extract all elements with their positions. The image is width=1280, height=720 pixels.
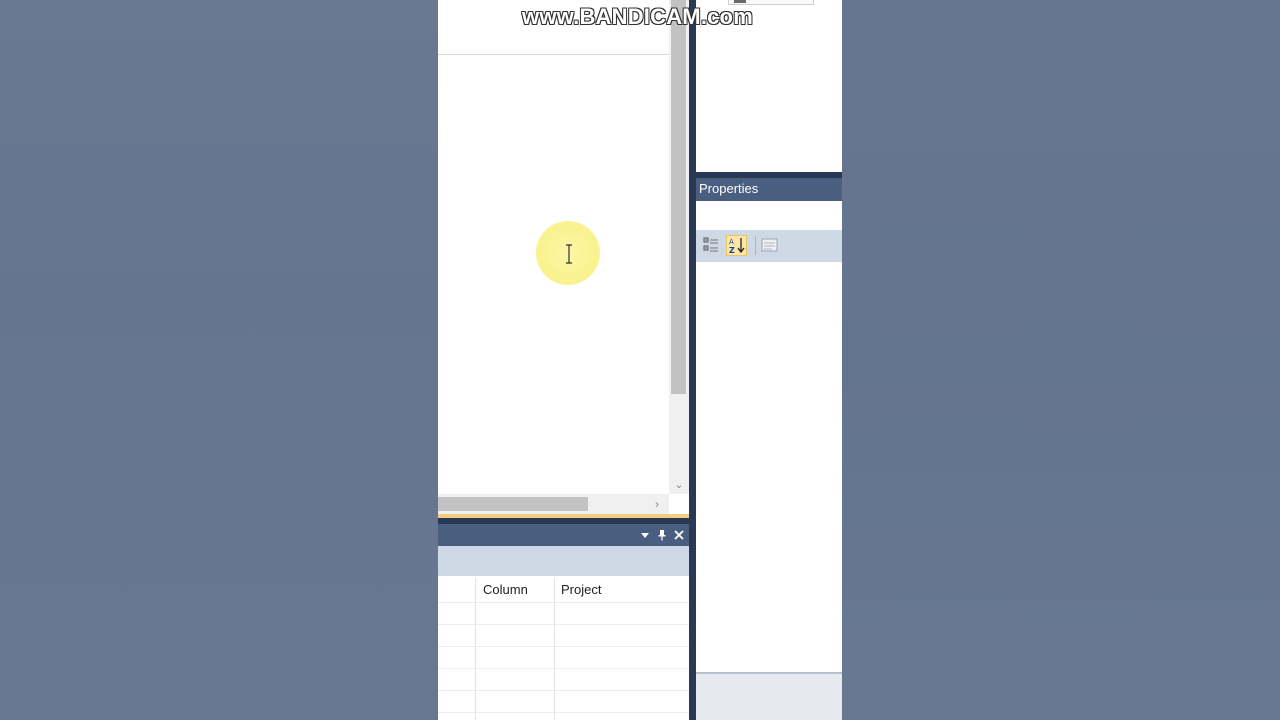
svg-text:Z: Z xyxy=(729,246,735,255)
dropdown-arrow-icon[interactable] xyxy=(638,528,652,542)
grid-row-divider xyxy=(438,646,689,647)
column-header-column[interactable]: Column xyxy=(483,578,528,602)
editor-horizontal-scroll-thumb[interactable] xyxy=(438,497,588,511)
grid-row-divider xyxy=(438,712,689,713)
categorized-icon[interactable] xyxy=(701,235,721,255)
editor-vertical-scroll-thumb[interactable] xyxy=(671,0,686,394)
blurred-backdrop-left xyxy=(0,0,438,720)
text-cursor-icon xyxy=(566,244,572,264)
ide-window: ⌄ › Column Project Properties A Z xyxy=(438,0,842,720)
close-icon[interactable] xyxy=(672,528,686,542)
blurred-backdrop-right xyxy=(842,0,1280,720)
editor-status-accent xyxy=(438,514,689,518)
properties-description-pane xyxy=(696,674,842,720)
column-header-project[interactable]: Project xyxy=(561,578,601,602)
alphabetical-sort-button[interactable]: A Z xyxy=(726,235,747,256)
properties-title: Properties xyxy=(699,181,759,196)
svg-text:A: A xyxy=(729,238,734,246)
grid-row-divider xyxy=(438,624,689,625)
column-divider[interactable] xyxy=(554,578,555,720)
scroll-down-arrow-icon[interactable]: ⌄ xyxy=(672,478,686,492)
recording-watermark: www.BANDICAM.com xyxy=(522,4,753,29)
scroll-right-arrow-icon[interactable]: › xyxy=(655,497,667,511)
solution-item-icon xyxy=(734,0,746,3)
property-pages-icon[interactable] xyxy=(760,235,780,255)
toolbar-separator xyxy=(755,236,756,255)
grid-row-divider xyxy=(438,668,689,669)
error-list-toolbar xyxy=(438,546,689,576)
properties-object-selector[interactable] xyxy=(696,201,842,230)
column-divider[interactable] xyxy=(475,578,476,720)
pin-icon[interactable] xyxy=(655,528,669,542)
properties-grid[interactable] xyxy=(696,262,842,672)
grid-row-divider xyxy=(438,602,689,603)
grid-row-divider xyxy=(438,690,689,691)
alphabetical-sort-icon: A Z xyxy=(729,238,745,255)
